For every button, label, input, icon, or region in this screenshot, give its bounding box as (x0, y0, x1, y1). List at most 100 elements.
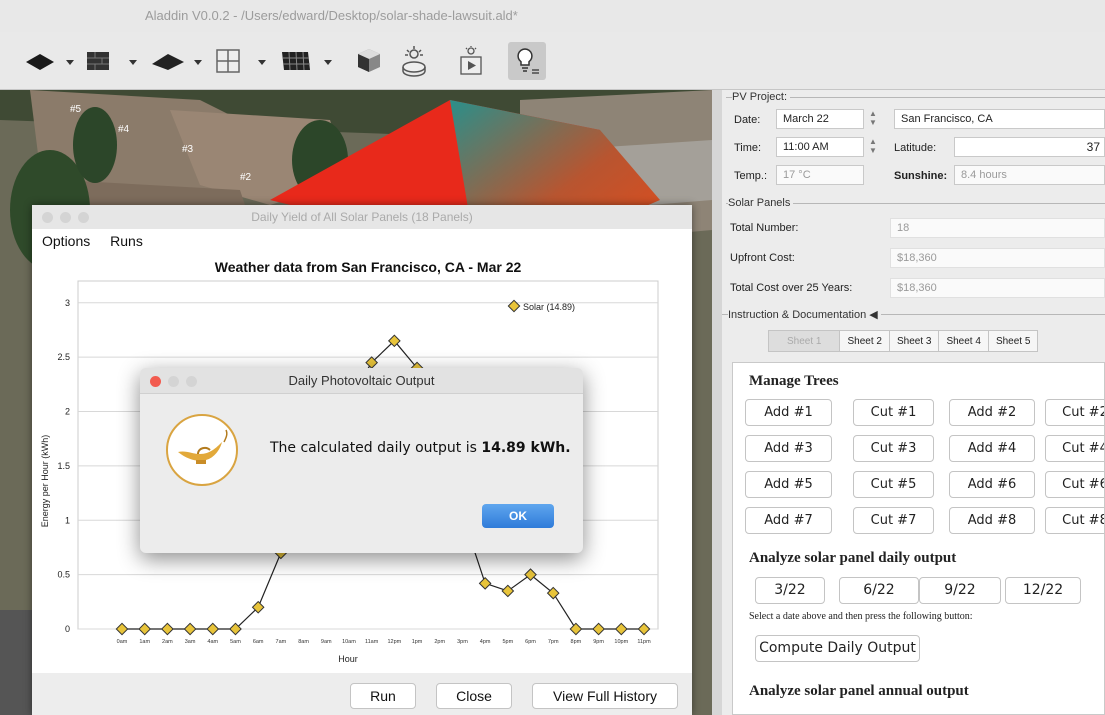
date-instruction-text: Select a date above and then press the f… (749, 611, 973, 622)
cut-tree-2-button[interactable]: Cut #2 (1045, 399, 1104, 426)
sun-animation-icon (460, 46, 482, 75)
close-dot-icon[interactable] (42, 212, 53, 223)
add-window-tool[interactable] (214, 42, 274, 80)
daily-yield-titlebar[interactable]: Daily Yield of All Solar Panels (18 Pane… (32, 205, 692, 229)
x-axis-label: Hour (338, 654, 358, 664)
y-axis-label: Energy per Hour (kWh) (40, 435, 50, 528)
add-roof-tool[interactable] (148, 42, 208, 80)
compute-daily-output-button[interactable]: Compute Daily Output (755, 635, 920, 662)
time-spinner-icon[interactable]: ▲ ▼ (868, 137, 878, 157)
dialog-minimize-icon (168, 376, 179, 387)
x-tick-label: 11pm (637, 639, 651, 645)
date-label: Date: (734, 114, 761, 126)
time-field[interactable]: 11:00 AM (776, 137, 864, 157)
menu-runs[interactable]: Runs (110, 233, 143, 249)
add-tree-3-button[interactable]: Add #3 (745, 435, 832, 462)
y-tick-label: 1.5 (57, 461, 70, 471)
date-9-22-button[interactable]: 9/22 (919, 577, 1001, 604)
split-divider[interactable] (712, 90, 722, 715)
date-12-22-button[interactable]: 12/22 (1005, 577, 1081, 604)
date-spinner-icon[interactable]: ▲ ▼ (868, 109, 878, 129)
x-tick-label: 11am (365, 639, 379, 645)
sunshine-field: 8.4 hours (954, 165, 1105, 185)
latitude-field[interactable]: 37 (954, 137, 1105, 157)
x-tick-label: 8pm (571, 639, 582, 645)
add-tree-2-button[interactable]: Add #2 (949, 399, 1035, 426)
total-cost-field: $18,360 (890, 278, 1105, 298)
tab-sheet-5[interactable]: Sheet 5 (987, 330, 1039, 352)
add-tree-8-button[interactable]: Add #8 (949, 507, 1035, 534)
date-6-22-button[interactable]: 6/22 (839, 577, 919, 604)
add-tree-1-button[interactable]: Add #1 (745, 399, 832, 426)
collapse-arrow-icon[interactable]: ◀ (869, 309, 877, 321)
run-analysis-tool[interactable] (508, 42, 546, 80)
add-tree-4-button[interactable]: Add #4 (949, 435, 1035, 462)
y-tick-label: 0.5 (57, 570, 70, 580)
dialog-close-icon[interactable] (150, 376, 161, 387)
close-button[interactable]: Close (436, 683, 512, 709)
minimize-dot-icon[interactable] (60, 212, 71, 223)
pv-output-titlebar[interactable]: Daily Photovoltaic Output (140, 368, 583, 394)
total-number-label: Total Number: (730, 222, 799, 234)
sun-heliodon-tool[interactable] (398, 42, 430, 80)
cut-tree-4-button[interactable]: Cut #4 (1045, 435, 1104, 462)
cut-tree-8-button[interactable]: Cut #8 (1045, 507, 1104, 534)
sun-animation-tool[interactable] (455, 42, 487, 80)
add-solar-panel-tool[interactable] (280, 42, 340, 80)
x-tick-label: 7am (276, 639, 287, 645)
add-tree-5-button[interactable]: Add #5 (745, 471, 832, 498)
menu-options[interactable]: Options (42, 233, 90, 249)
docs-legend-text: Instruction & Documentation (728, 309, 867, 321)
tab-sheet-1[interactable]: Sheet 1 (768, 330, 840, 352)
total-cost-label: Total Cost over 25 Years: (730, 282, 853, 294)
legend-label: Solar (14.89) (523, 302, 575, 312)
date-3-22-button[interactable]: 3/22 (755, 577, 825, 604)
daily-output-value: 14.89 kWh. (481, 440, 571, 456)
cut-tree-6-button[interactable]: Cut #6 (1045, 471, 1104, 498)
add-wall-tool[interactable] (85, 42, 143, 80)
window-icon (216, 49, 266, 73)
cut-tree-7-button[interactable]: Cut #7 (853, 507, 934, 534)
x-tick-label: 9am (321, 639, 332, 645)
solar-panels-legend: Solar Panels (728, 197, 794, 209)
view-full-history-button[interactable]: View Full History (532, 683, 678, 709)
tab-sheet-3[interactable]: Sheet 3 (888, 330, 939, 352)
date-field[interactable]: March 22 (776, 109, 864, 129)
x-tick-label: 7pm (548, 639, 559, 645)
tab-sheet-4[interactable]: Sheet 4 (938, 330, 988, 352)
pv-output-title: Daily Photovoltaic Output (288, 373, 435, 388)
tree-label-3: #3 (182, 144, 194, 155)
x-tick-label: 1pm (412, 639, 423, 645)
y-tick-label: 2 (65, 407, 70, 417)
temp-field: 17 °C (776, 165, 864, 185)
add-tree-7-button[interactable]: Add #7 (745, 507, 832, 534)
tree-label-4: #4 (118, 124, 130, 135)
x-tick-label: 6am (253, 639, 264, 645)
ok-button[interactable]: OK (482, 504, 554, 528)
x-tick-label: 2pm (434, 639, 445, 645)
sheet-tabs: Sheet 1 Sheet 2 Sheet 3 Sheet 4 Sheet 5 (768, 330, 1039, 352)
main-toolbar (0, 32, 1105, 90)
cut-tree-5-button[interactable]: Cut #5 (853, 471, 934, 498)
run-button[interactable]: Run (350, 683, 416, 709)
add-foundation-tool[interactable] (22, 42, 82, 80)
city-field[interactable]: San Francisco, CA (894, 109, 1105, 129)
y-tick-label: 3 (65, 298, 70, 308)
x-tick-label: 12pm (387, 639, 401, 645)
zoom-dot-icon[interactable] (78, 212, 89, 223)
lightbulb-icon (517, 48, 539, 74)
add-tree-6-button[interactable]: Add #6 (949, 471, 1035, 498)
sunshine-label: Sunshine: (894, 170, 948, 182)
x-tick-label: 9pm (593, 639, 604, 645)
pv-project-legend: PV Project: (732, 91, 791, 103)
tree-label-5: #5 (70, 104, 82, 115)
sun-heliodon-icon (402, 46, 426, 77)
toggle-shadow-tool[interactable] (354, 42, 384, 80)
daily-yield-title: Daily Yield of All Solar Panels (18 Pane… (251, 210, 473, 224)
x-tick-label: 4pm (480, 639, 491, 645)
pv-output-dialog: Daily Photovoltaic Output The calculated… (140, 368, 583, 553)
x-tick-label: 2am (162, 639, 173, 645)
tab-sheet-2[interactable]: Sheet 2 (839, 330, 889, 352)
cut-tree-3-button[interactable]: Cut #3 (853, 435, 934, 462)
cut-tree-1-button[interactable]: Cut #1 (853, 399, 934, 426)
